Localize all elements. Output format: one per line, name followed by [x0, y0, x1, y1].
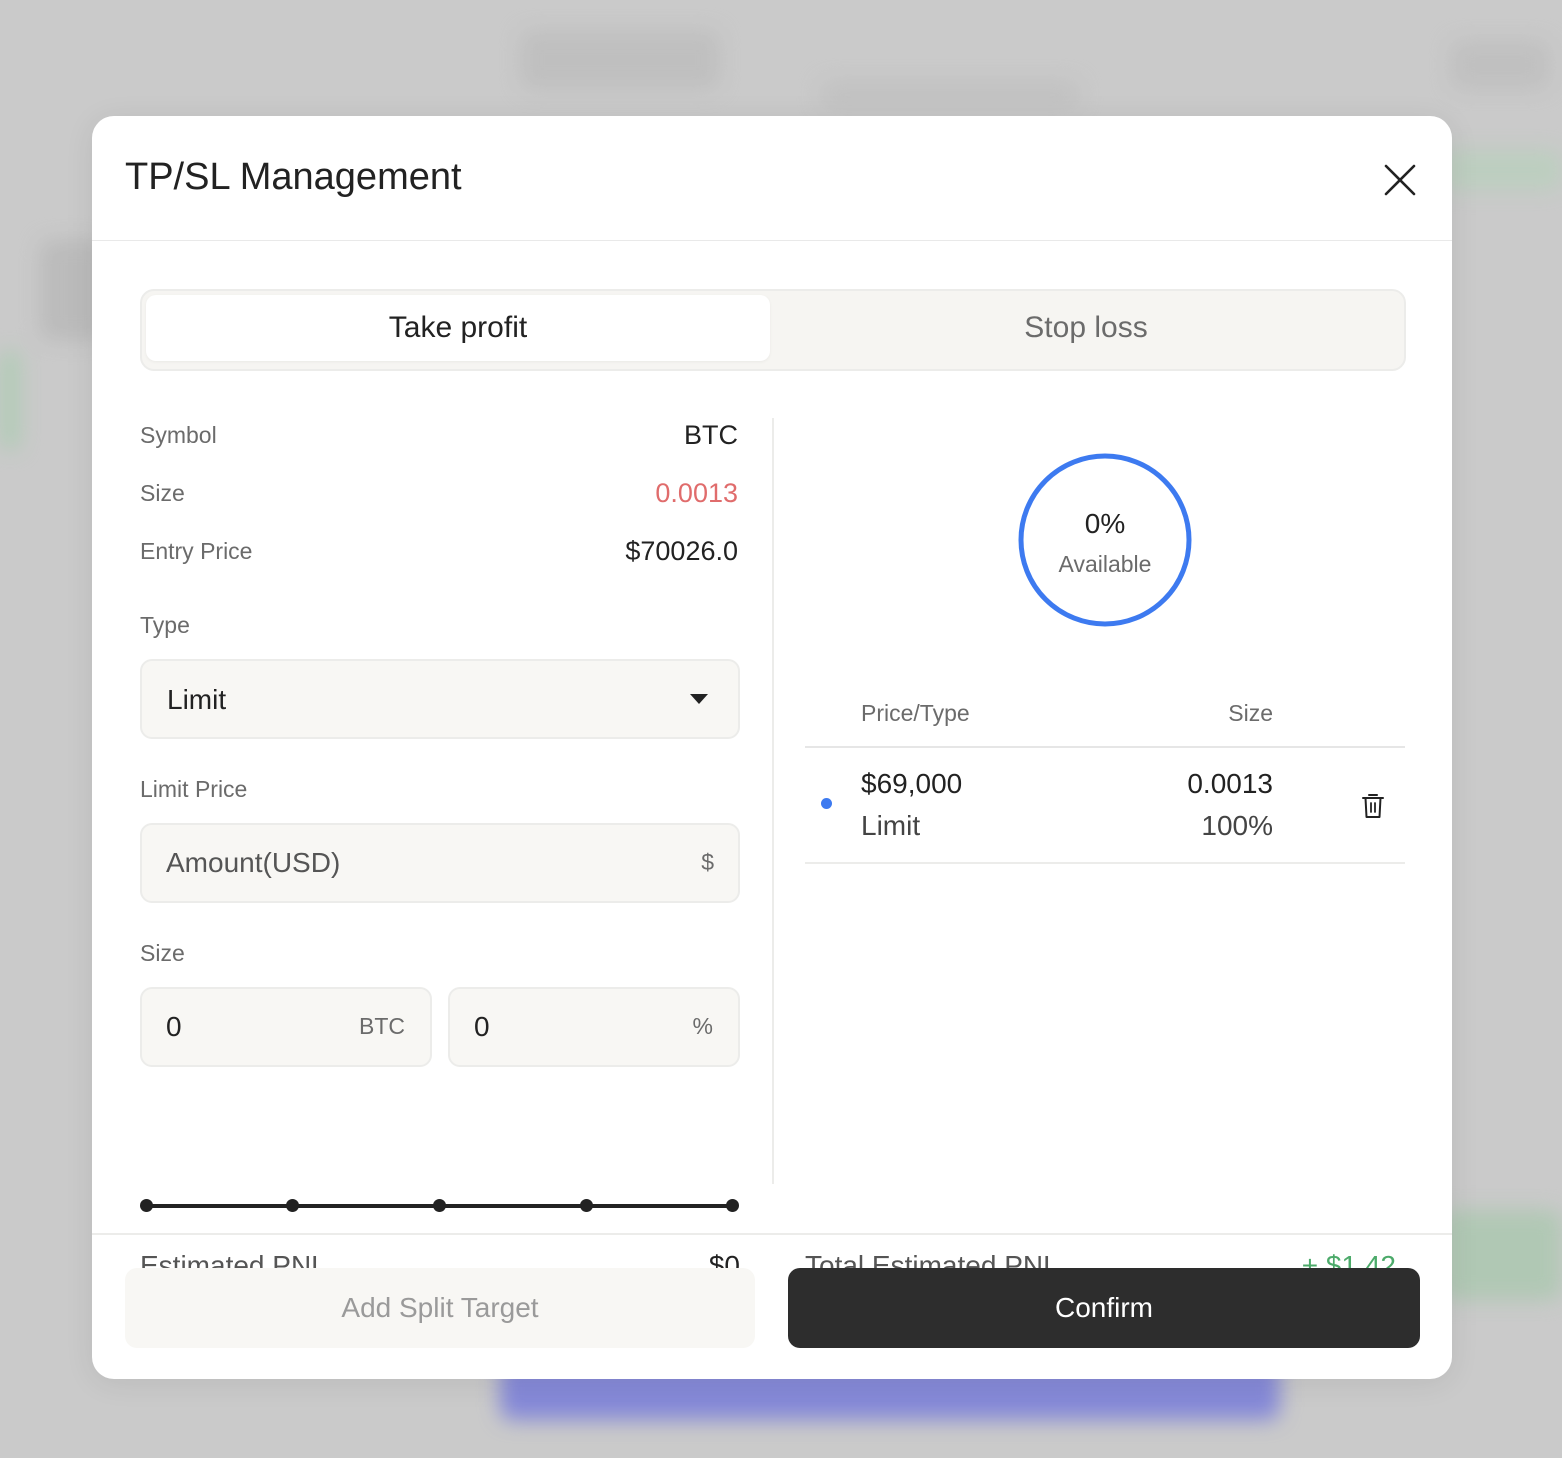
row-size: 0.0013 [1187, 768, 1273, 799]
type-select[interactable]: Limit [140, 659, 740, 739]
row-percent: 100% [1201, 810, 1273, 841]
row-price: $69,000 [861, 768, 963, 799]
trash-icon [1362, 794, 1384, 818]
column-size: Size [1228, 700, 1273, 726]
row-type: Limit [861, 810, 921, 841]
limit-price-label: Limit Price [140, 776, 248, 802]
limit-price-input[interactable] [166, 825, 666, 901]
limit-price-suffix: $ [701, 849, 714, 875]
modal-header: TP/SL Management [92, 116, 1452, 241]
type-select-value: Limit [167, 684, 227, 715]
add-split-target-button[interactable]: Add Split Target [125, 1268, 755, 1348]
slider-stop-0[interactable] [140, 1199, 153, 1212]
slider-stop-25[interactable] [286, 1199, 299, 1212]
size-btc-suffix: BTC [359, 1013, 405, 1039]
tpsl-modal: TP/SL Management Take profit Stop loss S… [92, 116, 1452, 1379]
limit-price-field: $ [140, 823, 740, 903]
table-row: $69,000 Limit 0.0013 100% [805, 748, 1405, 864]
slider-stop-100[interactable] [726, 1199, 739, 1212]
size-percent-field: % [448, 987, 740, 1067]
available-ring [1018, 453, 1192, 627]
tab-stop-loss[interactable]: Stop loss [774, 295, 1398, 361]
size-percent-suffix: % [692, 1013, 713, 1039]
symbol-row: Symbol BTC [140, 416, 738, 456]
delete-target-button[interactable] [1361, 792, 1385, 820]
tp-sl-tabs: Take profit Stop loss [140, 289, 1406, 371]
size-btc-input[interactable] [166, 989, 336, 1065]
type-label: Type [140, 612, 190, 638]
column-price-type: Price/Type [861, 700, 970, 726]
size-btc-field: BTC [140, 987, 432, 1067]
caret-down-icon [690, 694, 708, 704]
close-button[interactable] [1378, 158, 1422, 202]
entry-price-value: $70026.0 [625, 536, 738, 566]
close-icon [1384, 164, 1416, 196]
size-percent-input[interactable] [474, 989, 664, 1065]
modal-footer: Add Split Target Confirm [92, 1233, 1452, 1379]
column-divider [772, 418, 774, 1184]
size-row: Size 0.0013 [140, 474, 738, 514]
available-label: Available [1058, 551, 1152, 577]
modal-title: TP/SL Management [125, 156, 462, 198]
entry-price-label: Entry Price [140, 538, 253, 564]
slider-stop-75[interactable] [580, 1199, 593, 1212]
symbol-label: Symbol [140, 422, 217, 448]
size-slider[interactable] [140, 1195, 739, 1217]
entry-price-row: Entry Price $70026.0 [140, 532, 738, 572]
targets-table-header: Price/Type Size [805, 700, 1405, 748]
status-dot [821, 798, 832, 809]
tab-take-profit[interactable]: Take profit [146, 295, 770, 361]
available-percent: 0% [1084, 508, 1126, 539]
size-value: 0.0013 [655, 478, 738, 508]
size-label: Size [140, 480, 185, 506]
size-input-label: Size [140, 940, 185, 966]
confirm-button[interactable]: Confirm [788, 1268, 1420, 1348]
slider-stop-50[interactable] [433, 1199, 446, 1212]
symbol-value: BTC [684, 420, 738, 450]
